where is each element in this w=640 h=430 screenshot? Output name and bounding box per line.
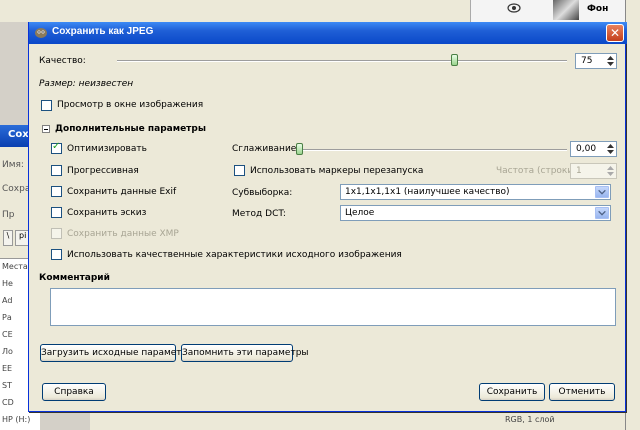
save-xmp-label: Сохранить данные XMP bbox=[67, 229, 179, 239]
path-button[interactable]: \ bbox=[3, 230, 13, 246]
status-text: RGB, 1 слой bbox=[505, 415, 555, 424]
eye-icon[interactable] bbox=[507, 3, 521, 13]
save-button[interactable]: Сохранить bbox=[479, 383, 545, 401]
quality-slider[interactable] bbox=[117, 60, 567, 62]
save-thumbnail-checkbox[interactable] bbox=[51, 207, 62, 218]
smoothing-label: Сглаживание: bbox=[232, 144, 300, 154]
gimp-icon bbox=[35, 28, 47, 38]
save-exif-checkbox[interactable] bbox=[51, 186, 62, 197]
subsampling-value: 1x1,1x1,1x1 (наилучшее качество) bbox=[345, 187, 510, 197]
use-original-quality-label: Использовать качественные характеристики… bbox=[67, 250, 402, 260]
smoothing-slider[interactable] bbox=[297, 149, 567, 151]
restart-markers-checkbox[interactable] bbox=[234, 165, 245, 176]
subsampling-select[interactable]: 1x1,1x1,1x1 (наилучшее качество) bbox=[340, 184, 611, 200]
comment-textarea[interactable] bbox=[50, 288, 616, 326]
list-item[interactable]: HP (H:) bbox=[0, 412, 40, 429]
save-thumbnail-label: Сохранить эскиз bbox=[67, 208, 147, 218]
use-original-quality-checkbox[interactable] bbox=[51, 249, 62, 260]
file-size-label: Размер: неизвестен bbox=[39, 79, 134, 89]
layer-name: Фон bbox=[587, 4, 609, 14]
title-bar[interactable]: Сохранить как JPEG ✕ bbox=[29, 22, 627, 44]
quality-spinbox[interactable]: 75 bbox=[575, 53, 617, 69]
cancel-button[interactable]: Отменить bbox=[549, 383, 615, 401]
restart-frequency-spinbox: 1 bbox=[570, 163, 617, 179]
close-icon: ✕ bbox=[609, 26, 621, 40]
subsampling-label: Субвыборка: bbox=[232, 188, 293, 198]
optimize-checkbox[interactable] bbox=[51, 141, 62, 154]
quality-slider-handle[interactable] bbox=[450, 54, 458, 66]
optimize-label: Оптимизировать bbox=[67, 144, 147, 154]
background-scrollbar bbox=[625, 0, 640, 430]
quality-value: 75 bbox=[581, 56, 593, 66]
restart-frequency-label: Частота (строки): bbox=[496, 166, 580, 176]
save-exif-label: Сохранить данные Exif bbox=[67, 187, 177, 197]
bg-label: Имя: bbox=[2, 160, 24, 170]
advanced-header[interactable]: Дополнительные параметры bbox=[55, 124, 206, 134]
layers-panel: Фон bbox=[470, 0, 640, 22]
restart-markers-label: Использовать маркеры перезапуска bbox=[250, 166, 424, 176]
progressive-label: Прогрессивная bbox=[67, 166, 139, 176]
chevron-down-icon[interactable] bbox=[595, 207, 609, 219]
spin-arrows-icon bbox=[607, 166, 614, 176]
dct-method-select[interactable]: Целое bbox=[340, 205, 611, 221]
save-as-jpeg-dialog: Сохранить как JPEG ✕ Качество: 75 Размер… bbox=[28, 22, 627, 412]
smoothing-slider-handle[interactable] bbox=[296, 143, 303, 155]
restart-frequency-value: 1 bbox=[576, 166, 582, 176]
spin-arrows-icon[interactable] bbox=[606, 143, 615, 155]
smoothing-spinbox[interactable]: 0,00 bbox=[570, 141, 617, 157]
dct-method-value: Целое bbox=[345, 208, 375, 218]
bg-label: Пр bbox=[2, 210, 15, 220]
progressive-checkbox[interactable] bbox=[51, 165, 62, 176]
comment-label: Комментарий bbox=[39, 273, 110, 283]
load-defaults-button[interactable]: Загрузить исходные параметры bbox=[40, 344, 194, 362]
background-status-bar: RGB, 1 слой bbox=[90, 410, 625, 430]
help-button[interactable]: Справка bbox=[42, 383, 106, 401]
collapse-icon[interactable] bbox=[42, 125, 50, 133]
save-xmp-checkbox bbox=[51, 228, 62, 239]
save-defaults-button[interactable]: Запомнить эти параметры bbox=[181, 344, 309, 362]
quality-label: Качество: bbox=[39, 56, 86, 66]
dialog-title: Сохранить как JPEG bbox=[52, 26, 154, 37]
layer-thumbnail bbox=[553, 0, 579, 20]
chevron-down-icon[interactable] bbox=[595, 186, 609, 198]
dct-method-label: Метод DCT: bbox=[232, 209, 286, 219]
close-button[interactable]: ✕ bbox=[606, 24, 624, 42]
preview-checkbox[interactable] bbox=[41, 100, 52, 111]
smoothing-value: 0,00 bbox=[576, 144, 597, 154]
spin-arrows-icon[interactable] bbox=[606, 55, 615, 67]
preview-label: Просмотр в окне изображения bbox=[57, 100, 204, 110]
